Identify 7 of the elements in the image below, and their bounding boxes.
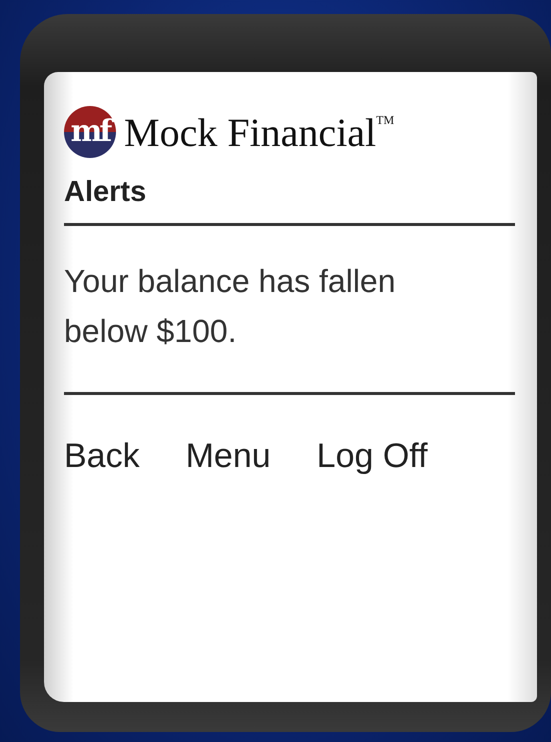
- alert-message: Your balance has fallen below $100.: [64, 262, 397, 351]
- brand-name: Mock Financial$^{TM}$: [124, 108, 394, 156]
- nav-link[interactable]: Back: [64, 437, 140, 476]
- nav-link[interactable]: Log Off: [316, 437, 428, 476]
- page-title: Alerts: [64, 176, 148, 209]
- nav-link[interactable]: Menu: [186, 437, 271, 476]
- logo-mark: mf: [64, 106, 116, 158]
